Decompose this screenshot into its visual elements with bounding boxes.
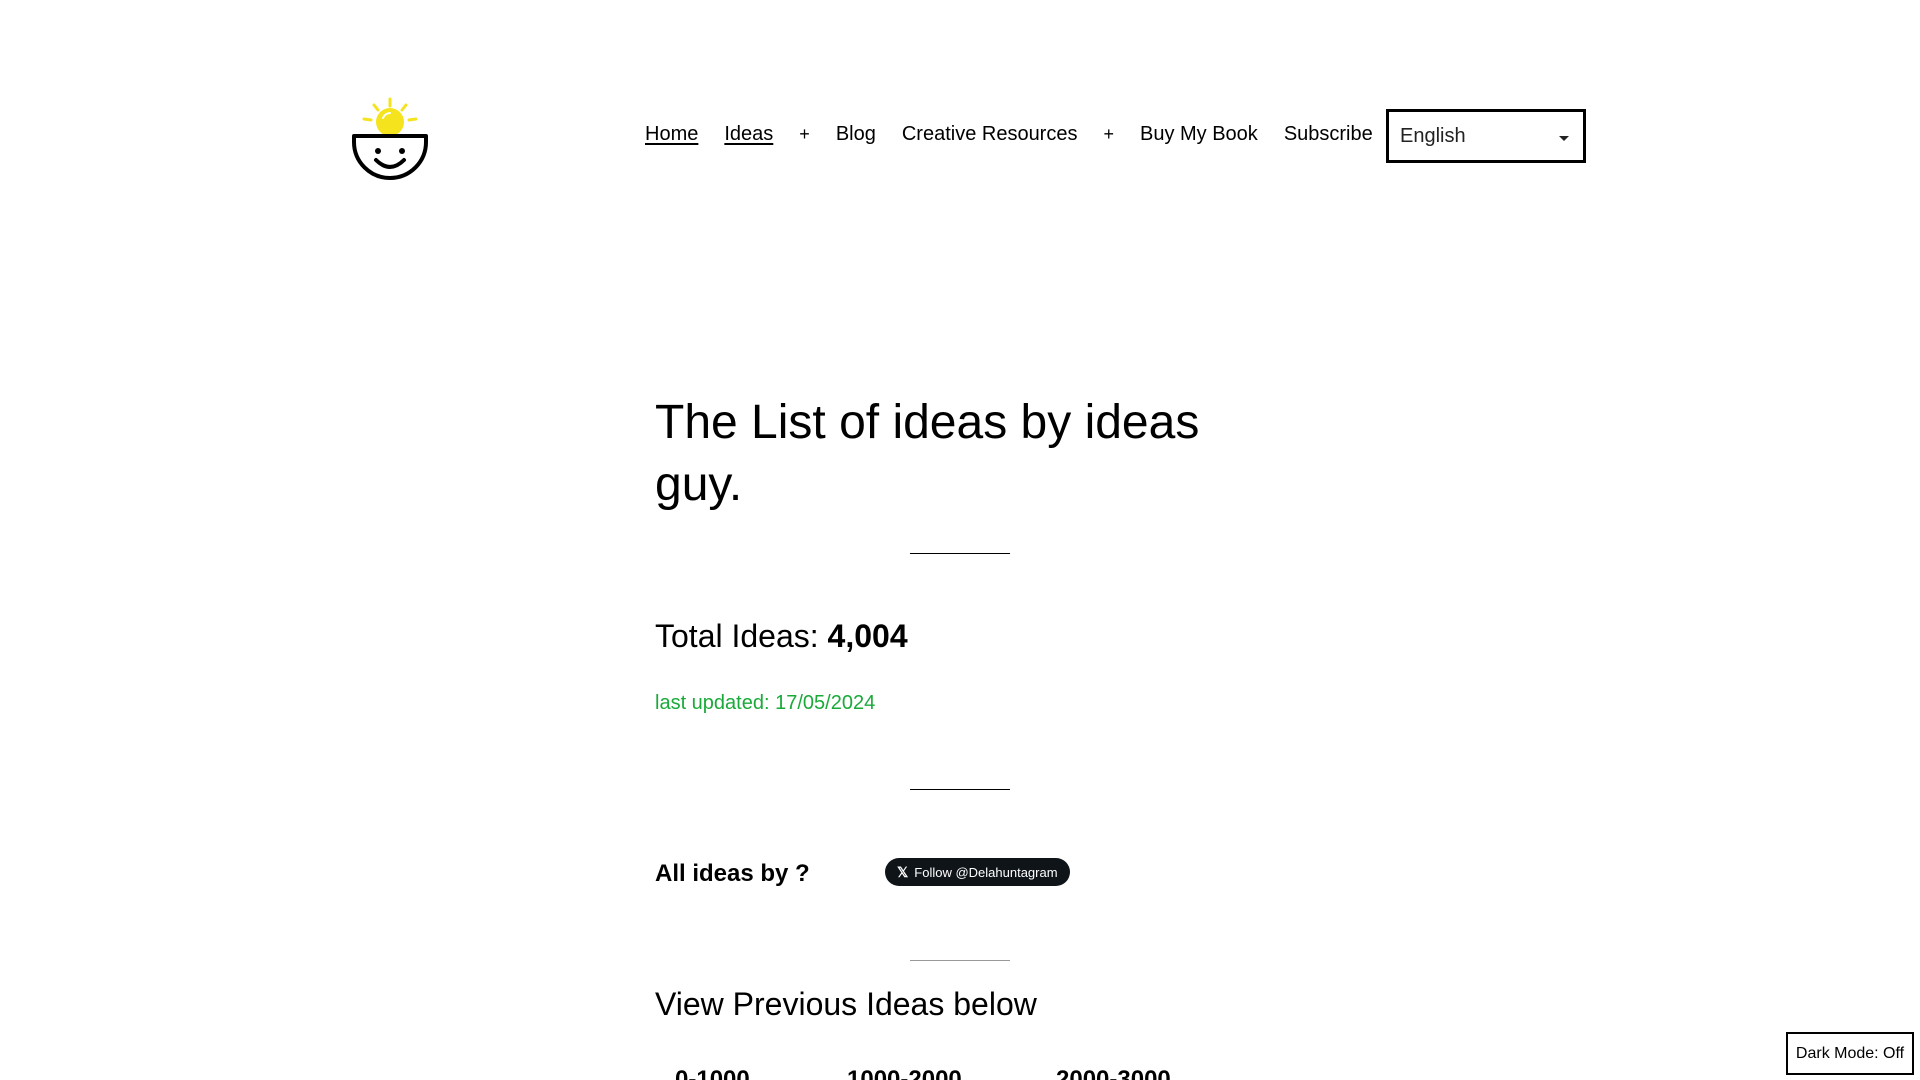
ideas-submenu-toggle[interactable]: + [799,118,810,150]
nav-blog-link[interactable]: Blog [836,118,876,150]
caret-down-icon [1559,136,1569,141]
language-select[interactable]: English [1386,109,1586,163]
range-link-0-1000[interactable]: 0-1000 [675,1066,750,1080]
range-link-1000-2000[interactable]: 1000-2000 [847,1066,962,1080]
page-title: The List of ideas by ideas guy. [655,396,1200,511]
total-ideas: Total Ideas: 4,004 [655,616,908,656]
nav-creative-resources-link[interactable]: Creative Resources [902,118,1078,150]
nav-home-link[interactable]: Home [645,118,698,150]
x-logo-icon: 𝕏 [897,863,909,880]
idea-ranges: 0-1000 1000-2000 2000-3000 [0,1066,1920,1080]
sun-smiley-logo-icon [352,97,428,180]
nav-subscribe-link[interactable]: Subscribe [1284,118,1373,150]
last-updated-text: last updated: 17/05/2024 [655,692,876,714]
all-ideas-by-label: All ideas by ? [655,860,810,887]
follow-button-label: Follow @Delahuntagram [914,864,1058,880]
twitter-follow-button[interactable]: 𝕏 Follow @Delahuntagram [885,858,1070,886]
site-logo[interactable] [348,96,432,186]
primary-nav: Home Ideas + Blog Creative Resources + B… [645,118,1399,150]
dark-mode-toggle[interactable]: Dark Mode: Off [1786,1032,1914,1075]
nav-ideas-link[interactable]: Ideas [724,118,773,150]
total-ideas-label: Total Ideas: [655,618,828,654]
page: Home Ideas + Blog Creative Resources + B… [0,0,1920,1080]
range-link-2000-3000[interactable]: 2000-3000 [1056,1066,1171,1080]
previous-ideas-heading: View Previous Ideas below [655,986,1037,1022]
creative-resources-submenu-toggle[interactable]: + [1103,118,1114,150]
main-content: The List of ideas by ideas guy. [655,392,1265,516]
language-select-value: English [1400,124,1466,147]
total-ideas-count: 4,004 [827,618,908,654]
separator [910,553,1010,554]
separator [910,960,1010,961]
nav-buy-my-book-link[interactable]: Buy My Book [1140,118,1258,150]
separator [910,789,1010,790]
